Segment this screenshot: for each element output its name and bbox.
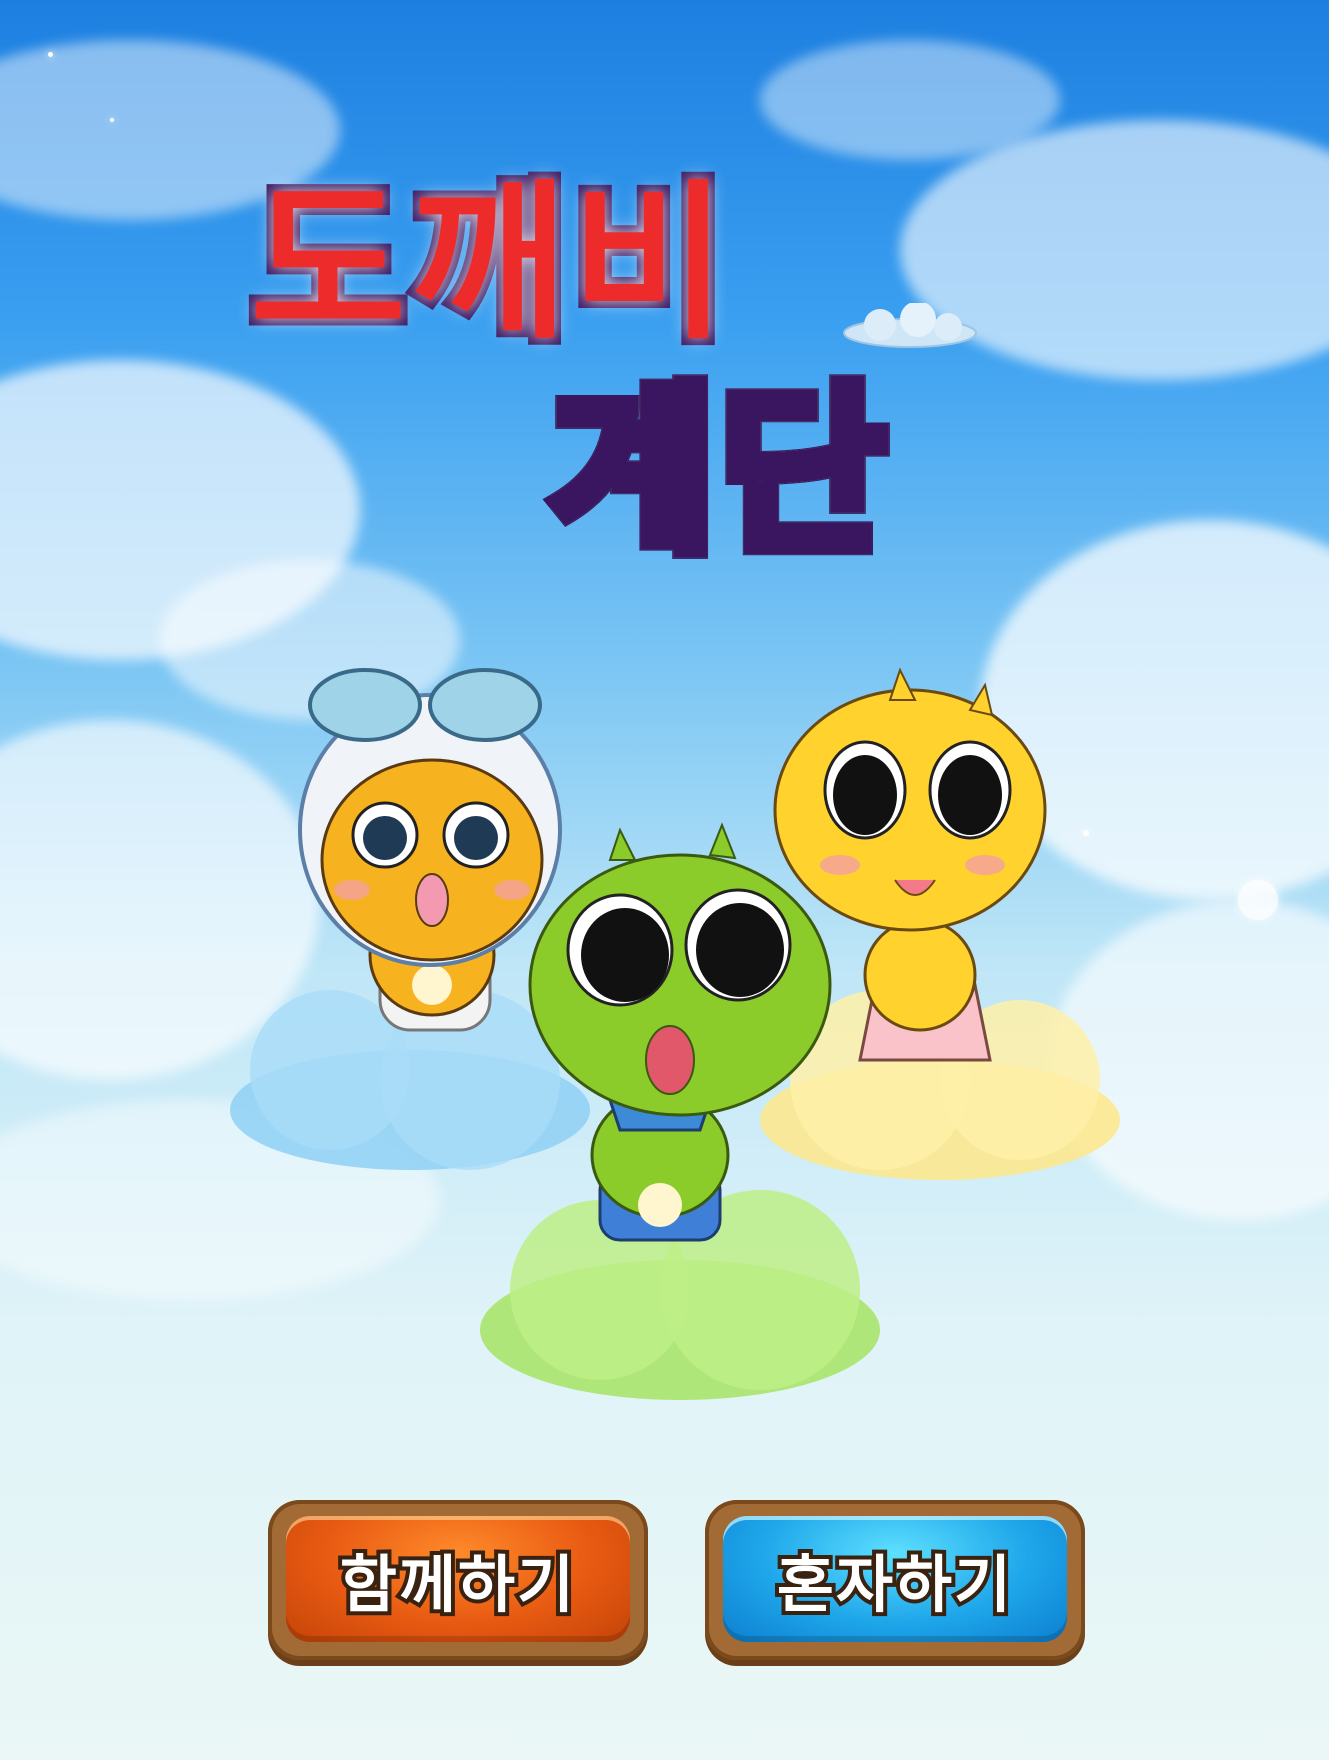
solo-button-face[interactable]: 혼자하기: [723, 1516, 1067, 1642]
solo-button-label: 혼자하기: [773, 1544, 1015, 1625]
pilot-goblin-character: [298, 668, 562, 1032]
together-button-label: 함께하기: [336, 1544, 578, 1625]
together-button[interactable]: 함께하기: [268, 1500, 648, 1660]
green-goblin-character: [528, 822, 832, 1242]
characters-scene: [230, 667, 1120, 1400]
together-button-face[interactable]: 함께하기: [286, 1516, 630, 1642]
solo-button[interactable]: 혼자하기: [705, 1500, 1085, 1660]
